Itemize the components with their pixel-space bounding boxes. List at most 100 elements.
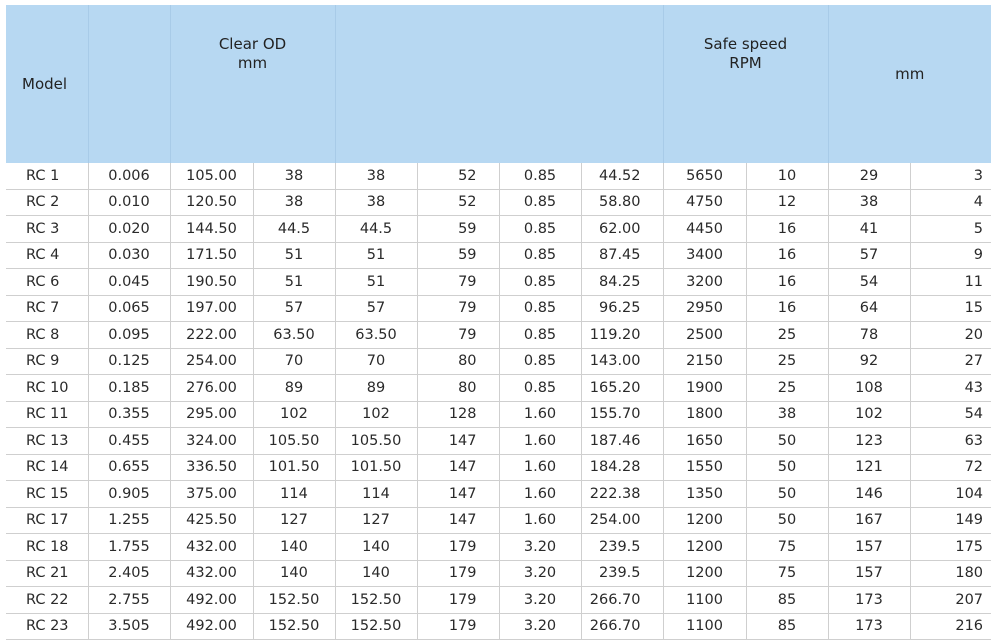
table-cell: 114 xyxy=(252,480,336,508)
table-cell: 80 xyxy=(416,347,500,375)
table-cell: 16 xyxy=(745,268,829,296)
table-cell: 120.50 xyxy=(169,188,254,216)
table-cell: 254.00 xyxy=(580,506,664,534)
model-cell: RC 2 xyxy=(6,188,89,216)
header-model: Model xyxy=(6,5,88,163)
table-cell: 295.00 xyxy=(169,400,254,428)
table-cell: 375.00 xyxy=(169,480,254,508)
table-cell: 173 xyxy=(827,586,911,614)
table-cell: 52 xyxy=(416,188,500,216)
table-cell: 1100 xyxy=(662,586,747,614)
table-cell: 1650 xyxy=(662,427,747,455)
table-cell: 85 xyxy=(745,612,829,640)
table-cell: 43 xyxy=(909,374,992,402)
table-cell: 173 xyxy=(827,612,911,640)
table-cell: 492.00 xyxy=(169,586,254,614)
header-blank-1 xyxy=(87,5,170,163)
model-cell: RC 23 xyxy=(6,612,89,640)
table-row: RC 10 0.185 276.00 89 89 80 0.85 165.20 1900 25 10… xyxy=(6,374,992,402)
table-cell: 64 xyxy=(827,294,911,322)
model-cell: RC 18 xyxy=(6,533,89,561)
table-cell: 0.85 xyxy=(498,347,582,375)
table-row: RC 8 0.095 222.00 63.50 63.50 79 0.85 119.20 250… xyxy=(6,321,992,349)
table-cell: 38 xyxy=(252,188,336,216)
table-cell: 0.355 xyxy=(87,400,171,428)
table-cell: 197.00 xyxy=(169,294,254,322)
table-cell: 38 xyxy=(827,188,911,216)
table-cell: 51 xyxy=(252,241,336,269)
table-row: RC 7 0.065 197.00 57 57 79 0.85 96.25 2950 16 64 15 xyxy=(6,294,992,322)
table-cell: 3.20 xyxy=(498,559,582,587)
header-clear-od: Clear OD mm xyxy=(169,5,336,163)
table-cell: 25 xyxy=(745,321,829,349)
header-safe-speed: Safe speed RPM xyxy=(662,5,829,163)
table-cell: 1.60 xyxy=(498,506,582,534)
table-cell: 29 xyxy=(827,163,911,190)
table-cell: 119.20 xyxy=(580,321,664,349)
table-row: RC 23 3.505 492.00 152.50 152.50 179 3.20 266.7… xyxy=(6,612,992,640)
model-cell: RC 13 xyxy=(6,427,89,455)
table-cell: 105.50 xyxy=(334,427,418,455)
table-row: RC 3 0.020 144.50 44.5 44.5 59 0.85 62.00 4450 16… xyxy=(6,215,992,243)
table-cell: 2150 xyxy=(662,347,747,375)
table-cell: 0.125 xyxy=(87,347,171,375)
table-cell: 70 xyxy=(334,347,418,375)
table-cell: 85 xyxy=(745,586,829,614)
table-cell: 239.5 xyxy=(580,533,664,561)
model-cell: RC 15 xyxy=(6,480,89,508)
table-cell: 123 xyxy=(827,427,911,455)
table-cell: 147 xyxy=(416,480,500,508)
table-cell: 80 xyxy=(416,374,500,402)
table-cell: 41 xyxy=(827,215,911,243)
table-cell: 2950 xyxy=(662,294,747,322)
table-cell: 101.50 xyxy=(252,453,336,481)
table-cell: 84.25 xyxy=(580,268,664,296)
table-cell: 102 xyxy=(334,400,418,428)
table-cell: 57 xyxy=(827,241,911,269)
table-cell: 179 xyxy=(416,533,500,561)
table-cell: 180 xyxy=(909,559,992,587)
table-cell: 2500 xyxy=(662,321,747,349)
table-cell: 0.455 xyxy=(87,427,171,455)
table-cell: 108 xyxy=(827,374,911,402)
table-cell: 0.85 xyxy=(498,321,582,349)
table-row: RC 4 0.030 171.50 51 51 59 0.85 87.45 3400 16 57 9 xyxy=(6,241,992,269)
table-cell: 0.85 xyxy=(498,163,582,190)
table-header: Model Clear OD mm Safe speed RPM mm xyxy=(6,5,992,163)
table-cell: 0.85 xyxy=(498,215,582,243)
table-cell: 432.00 xyxy=(169,559,254,587)
table-cell: 222.38 xyxy=(580,480,664,508)
table-cell: 79 xyxy=(416,294,500,322)
table-cell: 51 xyxy=(252,268,336,296)
table-cell: 190.50 xyxy=(169,268,254,296)
table-cell: 140 xyxy=(252,559,336,587)
table-cell: 1.255 xyxy=(87,506,171,534)
table-cell: 179 xyxy=(416,559,500,587)
table-cell: 149 xyxy=(909,506,992,534)
table-cell: 0.85 xyxy=(498,374,582,402)
header-mm: mm xyxy=(827,5,992,163)
table-row: RC 2 0.010 120.50 38 38 52 0.85 58.80 4750 12 38 4 xyxy=(6,188,992,216)
model-cell: RC 22 xyxy=(6,586,89,614)
table-cell: 87.45 xyxy=(580,241,664,269)
table-cell: 144.50 xyxy=(169,215,254,243)
table-row: RC 11 0.355 295.00 102 102 128 1.60 155.70 1800 3… xyxy=(6,400,992,428)
model-cell: RC 9 xyxy=(6,347,89,375)
table-cell: 59 xyxy=(416,241,500,269)
table-cell: 179 xyxy=(416,612,500,640)
table-cell: 3.505 xyxy=(87,612,171,640)
table-cell: 27 xyxy=(909,347,992,375)
table-cell: 184.28 xyxy=(580,453,664,481)
table-cell: 51 xyxy=(334,241,418,269)
table-cell: 59 xyxy=(416,215,500,243)
table-cell: 140 xyxy=(334,559,418,587)
table-cell: 101.50 xyxy=(334,453,418,481)
table-cell: 128 xyxy=(416,400,500,428)
table-cell: 9 xyxy=(909,241,992,269)
table-cell: 425.50 xyxy=(169,506,254,534)
table-cell: 38 xyxy=(745,400,829,428)
table-cell: 51 xyxy=(334,268,418,296)
table-cell: 0.185 xyxy=(87,374,171,402)
table-cell: 3200 xyxy=(662,268,747,296)
table-cell: 146 xyxy=(827,480,911,508)
